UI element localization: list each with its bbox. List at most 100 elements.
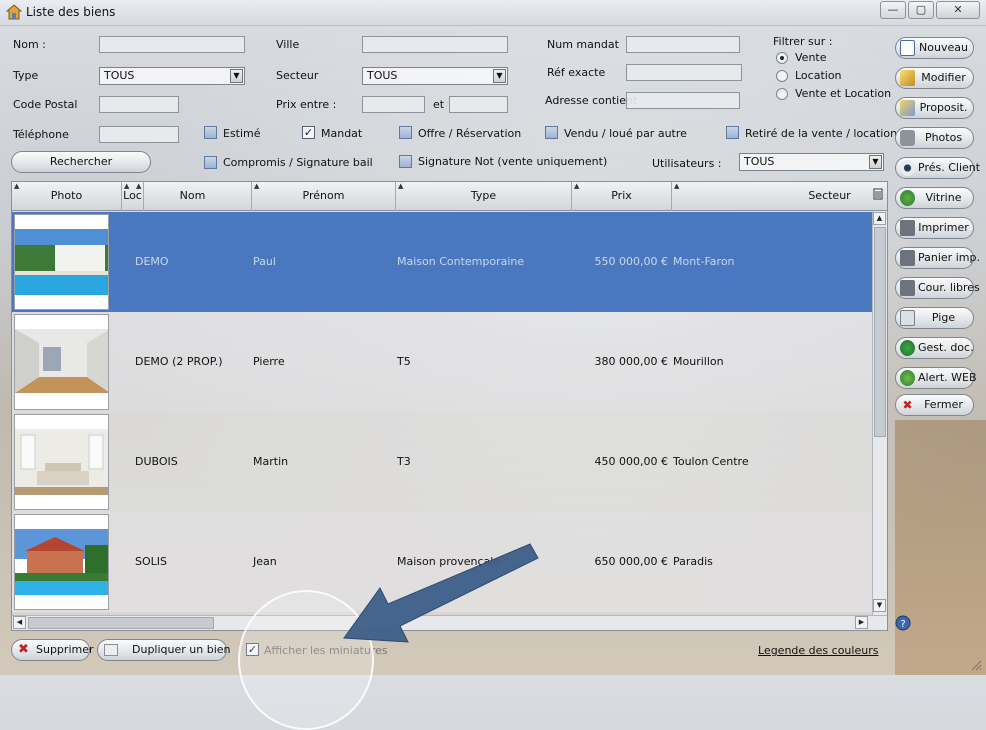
prix-entre-label: Prix entre : [276, 98, 337, 111]
pres-client-button[interactable]: Prés. Client [895, 157, 980, 179]
vertical-scrollbar[interactable]: ▲ ▼ [872, 211, 887, 615]
modifier-button[interactable]: Modifier [895, 67, 974, 89]
eye-icon [900, 160, 915, 176]
adresse-input[interactable] [626, 92, 740, 109]
radio-location[interactable] [776, 70, 788, 82]
ref-exacte-input[interactable] [626, 64, 742, 81]
cell-prix: 380 000,00 € [594, 355, 668, 368]
gest-doc-button[interactable]: Gest. doc. [895, 337, 974, 359]
column-prix[interactable]: ▲ Prix [572, 182, 672, 211]
secteur-label: Secteur [276, 69, 319, 82]
table-row[interactable]: DUBOIS Martin T3 450 000,00 € Toulon Centre [12, 412, 872, 512]
alert-web-button[interactable]: Alert. WEB [895, 367, 977, 389]
pige-button[interactable]: Pige [895, 307, 974, 329]
estime-checkbox[interactable] [204, 126, 217, 139]
newspaper-icon [900, 310, 915, 326]
column-prenom[interactable]: ▲ Prénom [252, 182, 396, 211]
utilisateurs-select-value: TOUS [744, 155, 775, 168]
chevron-down-icon: ▼ [230, 69, 243, 83]
prix-min-input[interactable] [362, 96, 425, 113]
cell-prenom: Pierre [253, 355, 285, 368]
signature-checkbox[interactable] [399, 155, 412, 168]
app-house-icon [6, 4, 22, 20]
column-type[interactable]: ▲ Type [396, 182, 572, 211]
horizontal-scroll-thumb[interactable] [28, 617, 214, 629]
cell-prenom: Paul [253, 255, 276, 268]
radio-vente-location[interactable] [776, 88, 788, 100]
rechercher-button[interactable]: Rechercher [11, 151, 151, 173]
table-row[interactable]: DEMO (2 PROP.) Pierre T5 380 000,00 € Mouril… [12, 312, 872, 412]
column-nom-label: Nom [179, 189, 206, 202]
scroll-right-arrow-icon[interactable]: ▶ [855, 616, 868, 629]
tutorial-arrow-icon [343, 543, 539, 643]
column-photo-label: Photo [50, 189, 83, 202]
column-photo[interactable]: ▲ Photo [12, 182, 122, 211]
column-secteur[interactable]: ▲ Secteur [672, 182, 887, 211]
supprimer-button[interactable]: ✖ Supprimer [11, 639, 94, 661]
radio-location-label: Location [795, 69, 842, 82]
chevron-down-icon: ▼ [493, 69, 506, 83]
telephone-input[interactable] [99, 126, 179, 143]
imprimer-button[interactable]: Imprimer [895, 217, 974, 239]
help-icon[interactable]: ? [895, 615, 911, 631]
secteur-select[interactable]: TOUS ▼ [362, 67, 508, 85]
close-icon: ✖ [18, 642, 29, 657]
dupliquer-button[interactable]: Dupliquer un bien [97, 639, 231, 661]
vitrine-button[interactable]: Vitrine [895, 187, 974, 209]
printer-icon [900, 220, 915, 236]
num-mandat-input[interactable] [626, 36, 740, 53]
nom-input[interactable] [99, 36, 245, 53]
photos-button[interactable]: Photos [895, 127, 974, 149]
cell-nom: DEMO [135, 255, 169, 268]
column-secteur-label: Secteur [808, 189, 851, 202]
panier-imp-button[interactable]: Panier imp. [895, 247, 980, 269]
cell-secteur: Toulon Centre [673, 455, 749, 468]
radio-vente-location-label: Vente et Location [795, 87, 892, 100]
cell-prenom: Martin [253, 455, 289, 468]
ville-label: Ville [276, 38, 300, 51]
column-chooser-icon[interactable] [873, 188, 883, 200]
adresse-label: Adresse contient [545, 94, 638, 107]
utilisateurs-select[interactable]: TOUS ▼ [739, 153, 884, 171]
code-postal-input[interactable] [99, 96, 179, 113]
ville-input[interactable] [362, 36, 508, 53]
printer-icon [900, 250, 915, 266]
mandat-checkbox[interactable]: ✓ [302, 126, 315, 139]
type-select[interactable]: TOUS ▼ [99, 67, 245, 85]
cell-prix: 450 000,00 € [594, 455, 668, 468]
compromis-checkbox[interactable] [204, 156, 217, 169]
document-manager-icon [900, 340, 915, 356]
printer-icon [900, 280, 915, 296]
property-photo [14, 514, 109, 610]
vertical-scroll-thumb[interactable] [874, 227, 886, 437]
column-nom[interactable]: ▲ Nom [134, 182, 252, 211]
proposit-button[interactable]: Proposit. [895, 97, 974, 119]
minimize-button[interactable]: — [880, 1, 906, 19]
scroll-left-arrow-icon[interactable]: ◀ [13, 616, 26, 629]
scroll-down-arrow-icon[interactable]: ▼ [873, 599, 886, 612]
cell-secteur: Mont-Faron [673, 255, 735, 268]
prix-max-input[interactable] [449, 96, 508, 113]
nouveau-label: Nouveau [919, 41, 968, 54]
vendu-checkbox[interactable] [545, 126, 558, 139]
close-window-button[interactable]: ✕ [936, 1, 980, 19]
offre-checkbox[interactable] [399, 126, 412, 139]
scroll-up-arrow-icon[interactable]: ▲ [873, 212, 886, 225]
retire-checkbox[interactable] [726, 126, 739, 139]
property-photo [14, 314, 109, 410]
offre-label: Offre / Réservation [418, 127, 522, 140]
cell-type: Maison Contemporaine [397, 255, 525, 268]
camera-icon [900, 130, 915, 146]
resize-grip-icon[interactable] [970, 659, 982, 671]
cell-nom: SOLIS [135, 555, 167, 568]
legende-link[interactable]: Legende des couleurs [758, 644, 878, 657]
nouveau-button[interactable]: Nouveau [895, 37, 974, 59]
fermer-button[interactable]: ✖ Fermer [895, 394, 974, 416]
type-label: Type [13, 69, 39, 82]
radio-vente[interactable] [776, 52, 788, 64]
filtrer-label: Filtrer sur : [773, 35, 833, 48]
table-row[interactable]: DEMO Paul Maison Contemporaine 550 000,00 €… [12, 212, 872, 312]
cour-libres-button[interactable]: Cour. libres [895, 277, 980, 299]
maximize-button[interactable]: ▢ [908, 1, 934, 19]
window-title: Liste des biens [26, 5, 116, 19]
